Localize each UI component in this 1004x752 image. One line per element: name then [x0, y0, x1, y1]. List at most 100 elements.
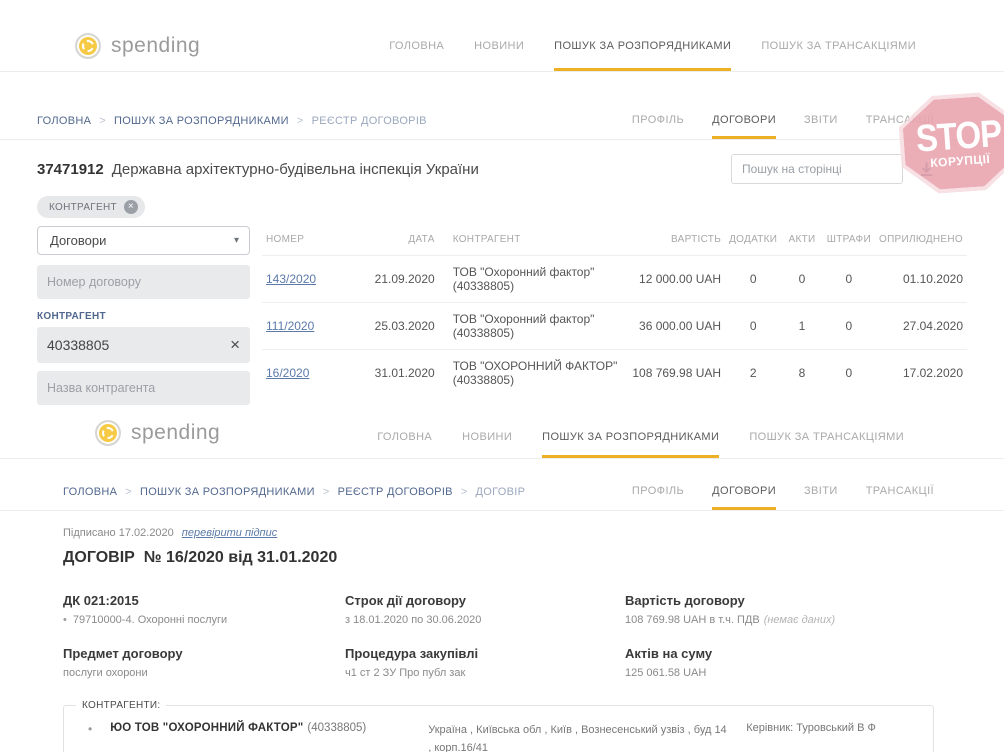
tab-contracts[interactable]: ДОГОВОРИ — [712, 485, 776, 510]
nav-home[interactable]: ГОЛОВНА — [389, 40, 444, 71]
cell-addenda: 2 — [725, 350, 781, 397]
contragent-name: ЮО ТОВ "ОХОРОННИЙ ФАКТОР"(40338805) — [110, 722, 410, 734]
cell-acts: 8 — [781, 350, 822, 397]
nav-search-by-spenders[interactable]: ПОШУК ЗА РОЗПОРЯДНИКАМИ — [554, 40, 731, 71]
tab-contracts[interactable]: ДОГОВОРИ — [712, 114, 776, 139]
nav-search-by-transactions[interactable]: ПОШУК ЗА ТРАНСАКЦІЯМИ — [761, 40, 916, 71]
nav-news[interactable]: НОВИНИ — [462, 431, 512, 458]
contracts-table: НОМЕР ДАТА КОНТРАГЕНТ ВАРТІСТЬ ДОДАТКИ А… — [262, 226, 967, 396]
contragent-filter-chip[interactable]: КОНТРАГЕНТ × — [37, 196, 145, 218]
crumb-home[interactable]: ГОЛОВНА — [63, 486, 117, 498]
table-header-row: НОМЕР ДАТА КОНТРАГЕНТ ВАРТІСТЬ ДОДАТКИ А… — [262, 226, 967, 256]
field-value: ч1 ст 2 ЗУ Про публ зак — [345, 667, 625, 679]
cell-contragent: ТОВ "Охоронний фактор"(40338805) — [439, 256, 625, 303]
bullet-icon: • — [80, 722, 92, 736]
spending-logo-text: spending — [131, 421, 220, 445]
table-row: 111/2020 25.03.2020 ТОВ "Охоронний факто… — [262, 303, 967, 350]
chevron-separator-icon: > — [323, 486, 330, 498]
contract-link[interactable]: 143/2020 — [266, 272, 316, 286]
org-title: 37471912Державна архітектурно-будівельна… — [37, 161, 479, 178]
doc-type-select[interactable]: Договори ▾ — [37, 226, 250, 255]
field-dk: ДК 021:2015 •79710000-4. Охоронні послуг… — [63, 593, 345, 626]
col-acts: АКТИ — [781, 226, 822, 256]
active-filters-row: КОНТРАГЕНТ × — [0, 194, 1004, 226]
main-nav-2: ГОЛОВНА НОВИНИ ПОШУК ЗА РОЗПОРЯДНИКАМИ П… — [377, 431, 904, 458]
verify-signature-link[interactable]: перевірити підпис — [182, 527, 277, 539]
entity-tabs-1: ПРОФІЛЬ ДОГОВОРИ ЗВІТИ ТРАНСАКЦІЇ — [632, 114, 934, 139]
tab-transactions[interactable]: ТРАНСАКЦІЇ — [866, 485, 934, 510]
nav-home[interactable]: ГОЛОВНА — [377, 431, 432, 458]
clear-input-icon[interactable]: × — [230, 335, 240, 355]
cell-addenda: 0 — [725, 256, 781, 303]
cell-published: 01.10.2020 — [875, 256, 967, 303]
contract-link[interactable]: 111/2020 — [266, 319, 314, 333]
contragents-box: КОНТРАГЕНТИ: • ЮО ТОВ "ОХОРОННИЙ ФАКТОР"… — [63, 705, 934, 752]
field-acts-sum: Актів на суму 125 061.58 UAH — [625, 646, 934, 679]
col-published: ОПРИЛЮДНЕНО — [875, 226, 967, 256]
field-value: 108 769.98 UAH в т.ч. ПДВ(немає даних) — [625, 614, 934, 626]
col-date: ДАТА — [362, 226, 438, 256]
download-icon[interactable] — [919, 161, 934, 177]
field-subject: Предмет договору послуги охорони — [63, 646, 345, 679]
crumb-search-spenders[interactable]: ПОШУК ЗА РОЗПОРЯДНИКАМИ — [114, 115, 289, 127]
remove-filter-icon[interactable]: × — [124, 200, 138, 214]
cell-fines: 0 — [823, 256, 875, 303]
cell-fines: 0 — [823, 350, 875, 397]
org-name: Державна архітектурно-будівельна інспекц… — [112, 161, 479, 178]
chevron-separator-icon: > — [297, 115, 304, 127]
contragent-code-input[interactable] — [37, 327, 250, 363]
contract-number-input[interactable] — [37, 265, 250, 299]
page-search[interactable] — [731, 154, 903, 184]
spending-logo[interactable]: spending — [75, 33, 200, 71]
col-addenda: ДОДАТКИ — [725, 226, 781, 256]
chip-label: КОНТРАГЕНТ — [49, 202, 117, 213]
page-search-input[interactable] — [742, 162, 897, 176]
nav-search-by-spenders[interactable]: ПОШУК ЗА РОЗПОРЯДНИКАМИ — [542, 431, 719, 458]
field-value: 125 061.58 UAH — [625, 667, 934, 679]
tab-profile[interactable]: ПРОФІЛЬ — [632, 485, 684, 510]
tab-transactions[interactable]: ТРАНСАКЦІЇ — [866, 114, 934, 139]
nav-news[interactable]: НОВИНИ — [474, 40, 524, 71]
site-header-2: spending ГОЛОВНА НОВИНИ ПОШУК ЗА РОЗПОРЯ… — [0, 413, 1004, 459]
cell-date: 31.01.2020 — [362, 350, 438, 397]
table-row: 143/2020 21.09.2020 ТОВ "Охоронний факто… — [262, 256, 967, 303]
breadcrumb-1: ГОЛОВНА> ПОШУК ЗА РОЗПОРЯДНИКАМИ> РЕЄСТР… — [37, 115, 427, 139]
col-contragent: КОНТРАГЕНТ — [439, 226, 625, 256]
cell-acts: 0 — [781, 256, 822, 303]
spending-logo[interactable]: spending — [95, 420, 220, 458]
field-label: Вартість договору — [625, 593, 934, 608]
breadcrumb-2: ГОЛОВНА > ПОШУК ЗА РОЗПОРЯДНИКАМИ > РЕЄСТР… — [63, 486, 525, 510]
crumb-search-spenders[interactable]: ПОШУК ЗА РОЗПОРЯДНИКАМИ — [140, 486, 315, 498]
field-value: •79710000-4. Охоронні послуги — [63, 614, 345, 626]
crumb-contracts-registry[interactable]: РЕЄСТР ДОГОВОРІВ — [338, 486, 453, 498]
breadcrumb-tabs-row-2: ГОЛОВНА > ПОШУК ЗА РОЗПОРЯДНИКАМИ > РЕЄСТР… — [0, 479, 1004, 511]
table-row: 16/2020 31.01.2020 ТОВ "ОХОРОННИЙ ФАКТОР… — [262, 350, 967, 397]
chevron-separator-icon: > — [99, 115, 106, 127]
contragent-head: Керівник: Туровський В Ф — [746, 722, 876, 734]
crumb-contract: ДОГОВІР — [476, 486, 526, 498]
col-number: НОМЕР — [262, 226, 362, 256]
contract-link[interactable]: 16/2020 — [266, 366, 309, 380]
col-amount: ВАРТІСТЬ — [625, 226, 725, 256]
contragent-name-input[interactable] — [37, 371, 250, 405]
site-header-1: spending ГОЛОВНА НОВИНИ ПОШУК ЗА РОЗПОРЯ… — [0, 0, 1004, 72]
field-term: Строк дії договору з 18.01.2020 по 30.06… — [345, 593, 625, 626]
col-fines: ШТРАФИ — [823, 226, 875, 256]
field-label: Предмет договору — [63, 646, 345, 661]
crumb-home[interactable]: ГОЛОВНА — [37, 115, 91, 127]
tab-profile[interactable]: ПРОФІЛЬ — [632, 114, 684, 139]
contragents-box-label: КОНТРАГЕНТИ: — [76, 700, 166, 711]
nav-search-by-transactions[interactable]: ПОШУК ЗА ТРАНСАКЦІЯМИ — [749, 431, 904, 458]
signed-text: Підписано 17.02.2020 — [63, 527, 174, 539]
tab-reports[interactable]: ЗВІТИ — [804, 114, 838, 139]
spending-logo-icon — [75, 33, 101, 59]
page: STOP КОРУПЦІЇ spending ГОЛОВНА НОВИНИ ПО… — [0, 0, 1004, 752]
field-value: з 18.01.2020 по 30.06.2020 — [345, 614, 625, 626]
spending-logo-text: spending — [111, 34, 200, 58]
cell-fines: 0 — [823, 303, 875, 350]
field-label: Процедура закупівлі — [345, 646, 625, 661]
field-label: Строк дії договору — [345, 593, 625, 608]
chevron-separator-icon: > — [461, 486, 468, 498]
filters-sidebar: Договори ▾ КОНТРАГЕНТ × — [37, 226, 250, 413]
tab-reports[interactable]: ЗВІТИ — [804, 485, 838, 510]
